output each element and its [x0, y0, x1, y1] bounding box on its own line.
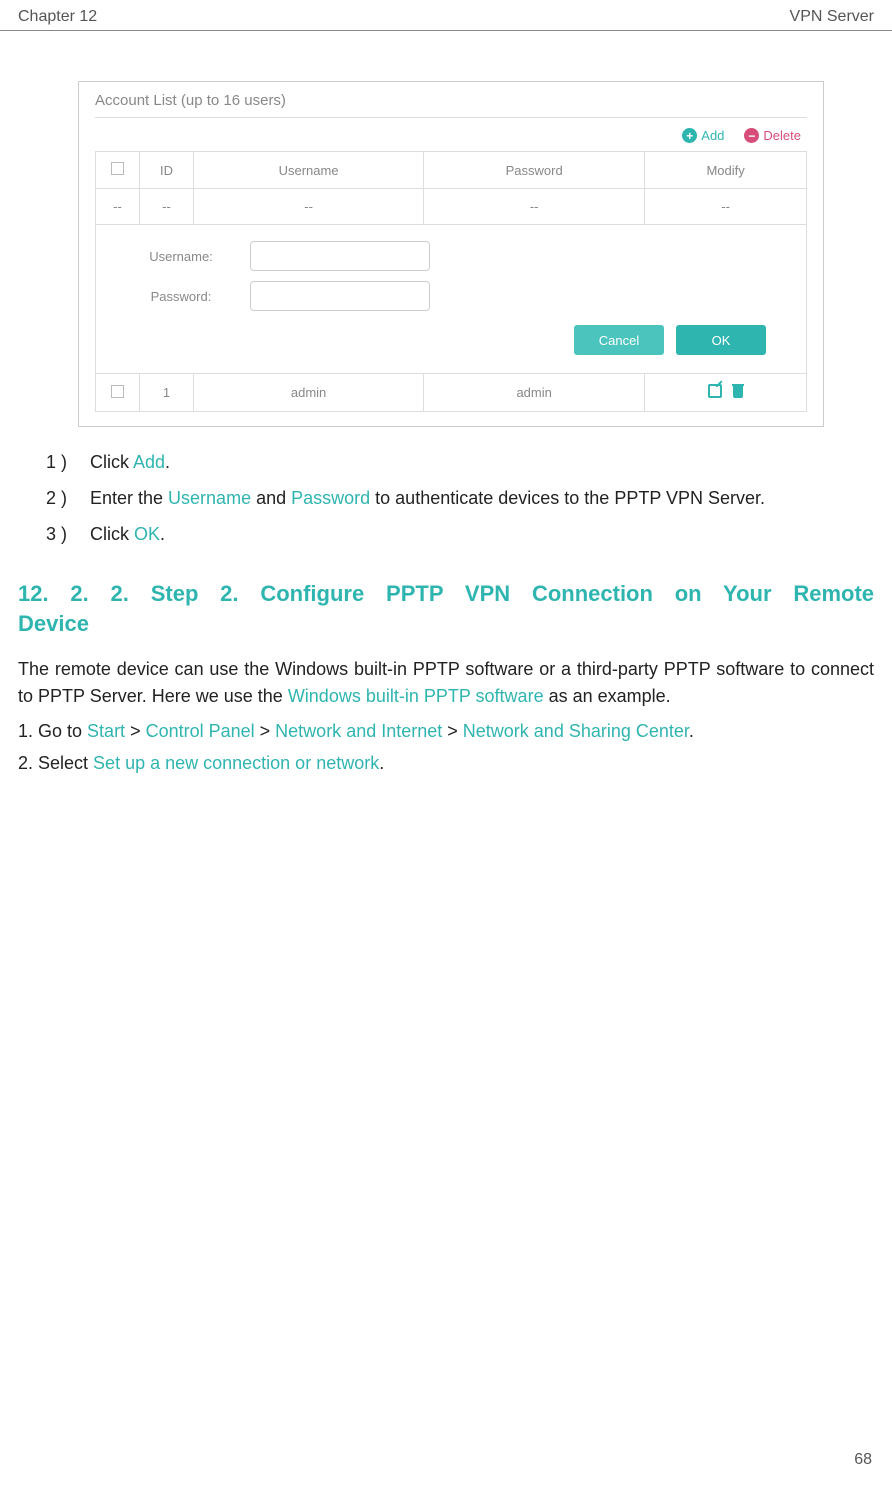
main-step-2: 2. Select Set up a new connection or net… [18, 750, 874, 778]
row-password: admin [424, 374, 645, 412]
page-number: 68 [854, 1451, 872, 1469]
username-input[interactable] [250, 241, 430, 271]
username-field-label: Username: [126, 249, 236, 264]
row-username: admin [194, 374, 424, 412]
row-checkbox[interactable] [111, 385, 124, 398]
panel-title: Account List (up to 16 users) [95, 92, 807, 118]
main-step-1: 1. Go to Start > Control Panel > Network… [18, 718, 874, 746]
substep-3: 3 ) Click OK. [46, 521, 856, 549]
col-username: Username [194, 152, 424, 189]
placeholder-row: -- -- -- -- -- [96, 189, 807, 225]
account-list-panel: Account List (up to 16 users) + Add − De… [78, 81, 824, 427]
trash-icon[interactable] [732, 384, 744, 398]
table-header-row: ID Username Password Modify [96, 152, 807, 189]
substep-2: 2 ) Enter the Username and Password to a… [46, 485, 856, 513]
placeholder-id: -- [140, 189, 194, 225]
select-all-checkbox[interactable] [111, 162, 124, 175]
inline-form-row: Username: Password: Cancel OK [96, 225, 807, 374]
substep-1: 1 ) Click Add. [46, 449, 856, 477]
substeps-block: 1 ) Click Add. 2 ) Enter the Username an… [18, 447, 874, 549]
col-id: ID [140, 152, 194, 189]
page-header: Chapter 12 VPN Server [0, 0, 892, 31]
panel-toolbar: + Add − Delete [95, 118, 807, 151]
placeholder-modify: -- [645, 189, 807, 225]
placeholder-username: -- [194, 189, 424, 225]
table-row: 1 admin admin [96, 374, 807, 412]
topic-label: VPN Server [790, 8, 874, 26]
delete-button[interactable]: − Delete [744, 128, 801, 143]
password-input[interactable] [250, 281, 430, 311]
placeholder-cb: -- [96, 189, 140, 225]
col-modify: Modify [645, 152, 807, 189]
add-label: Add [701, 128, 724, 143]
ok-button[interactable]: OK [676, 325, 766, 355]
add-button[interactable]: + Add [682, 128, 724, 143]
minus-icon: − [744, 128, 759, 143]
password-field-label: Password: [126, 289, 236, 304]
placeholder-password: -- [424, 189, 645, 225]
cancel-button[interactable]: Cancel [574, 325, 664, 355]
chapter-label: Chapter 12 [18, 8, 97, 26]
plus-icon: + [682, 128, 697, 143]
account-table: ID Username Password Modify -- -- -- -- … [95, 151, 807, 412]
section-heading: 12. 2. 2. Step 2. Configure PPTP VPN Con… [18, 579, 874, 641]
row-id: 1 [140, 374, 194, 412]
edit-icon[interactable] [708, 384, 722, 398]
section-intro: The remote device can use the Windows bu… [18, 656, 874, 710]
col-password: Password [424, 152, 645, 189]
delete-label: Delete [763, 128, 801, 143]
